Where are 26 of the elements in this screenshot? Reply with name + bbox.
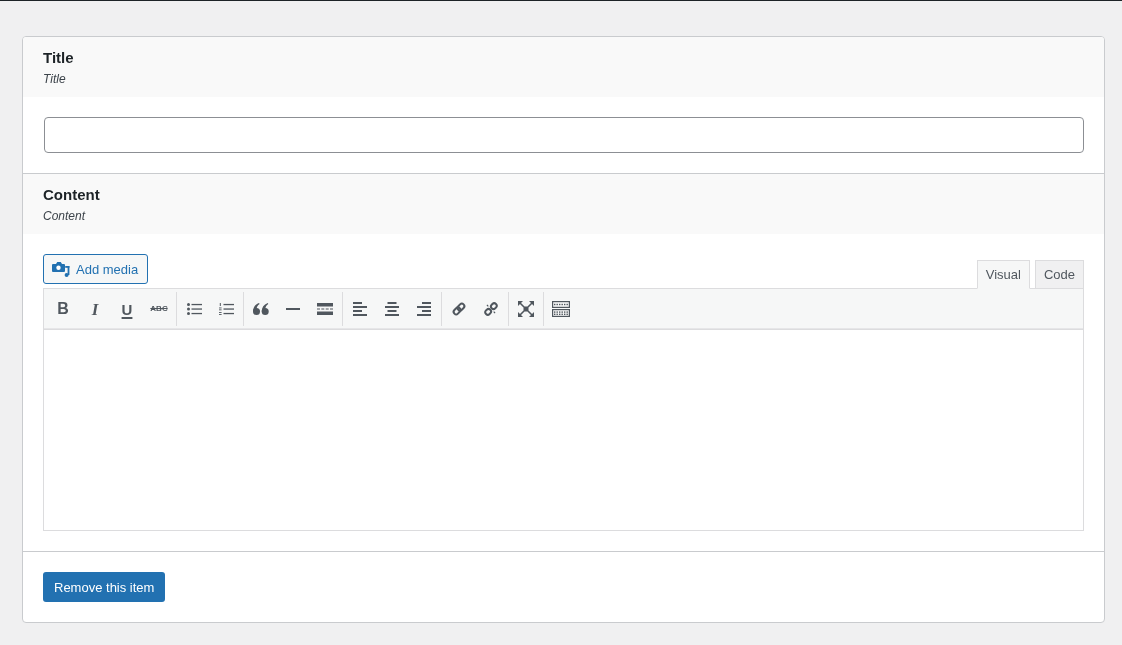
bold-button[interactable]: B: [48, 294, 78, 324]
title-input[interactable]: [44, 117, 1084, 153]
quote-marks-icon: [253, 303, 269, 315]
field-description: Content: [43, 208, 87, 225]
editor-tab[interactable]: Code: [1034, 260, 1084, 289]
editor-tab[interactable]: Visual: [976, 260, 1030, 289]
align-left-icon: [353, 302, 367, 316]
link-icon: [451, 301, 467, 317]
read-more-icon: [317, 303, 333, 315]
italic-button[interactable]: I: [80, 294, 110, 324]
align-center-icon: [385, 302, 399, 316]
bullet-list-icon: [186, 303, 202, 315]
add-media-button[interactable]: Add media: [43, 254, 149, 284]
align-right-icon: [417, 302, 431, 316]
broken-link-icon: [483, 301, 499, 317]
remove-item-button[interactable]: Remove this item: [43, 572, 166, 602]
field-description: Title: [43, 71, 67, 88]
camera-music-icon: [52, 261, 70, 277]
numbered-list-icon: [218, 303, 234, 315]
fullscreen-icon: [518, 301, 534, 317]
horizontal-line-icon: [286, 308, 300, 310]
strikethrough-button[interactable]: ABC: [144, 294, 174, 324]
field-label: Content: [43, 185, 101, 205]
keyboard-icon: [552, 301, 570, 317]
underline-button[interactable]: U: [112, 294, 142, 324]
field-label: Title: [43, 48, 75, 68]
